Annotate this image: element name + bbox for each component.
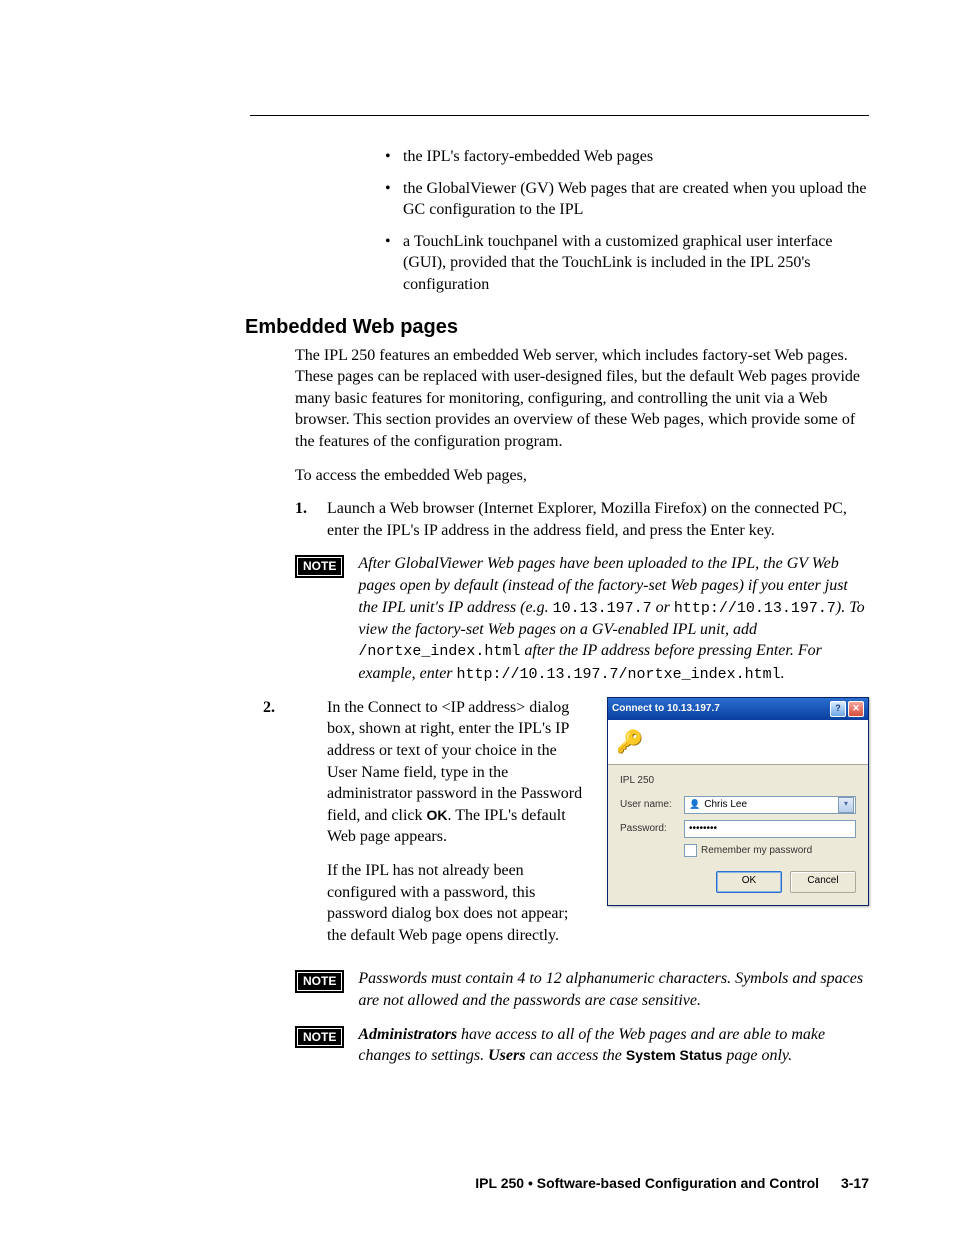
password-field[interactable]: •••••••• [684,820,856,838]
note-text: After GlobalViewer Web pages have been u… [358,553,869,685]
note-path: /nortxe_index.html [358,643,520,660]
step-1: 1. Launch a Web browser (Internet Explor… [295,498,869,541]
page-number: 3-17 [841,1175,869,1191]
step-2-follow: If the IPL has not already been configur… [295,860,587,946]
dialog-form: IPL 250 User name: 👤 Chris Lee ▾ Password… [608,765,868,905]
help-icon[interactable]: ? [830,701,846,717]
note-fragment: can access the [525,1047,625,1064]
close-icon[interactable]: ✕ [848,701,864,717]
intro-paragraph: The IPL 250 features an embedded Web ser… [295,345,869,453]
dialog-title: Connect to 10.13.197.7 [612,703,720,714]
note-3: NOTE Administrators have access to all o… [295,1024,869,1067]
access-line: To access the embedded Web pages, [295,465,869,487]
cancel-button[interactable]: Cancel [790,871,856,893]
note-fragment: page only. [722,1047,792,1064]
username-value: Chris Lee [704,799,747,810]
password-label: Password: [620,823,684,834]
user-icon: 👤 [689,799,700,809]
dialog-banner: 🔑 [608,720,868,765]
top-rule [250,115,869,116]
username-field[interactable]: 👤 Chris Lee ▾ [684,796,856,814]
keys-icon: 🔑 [616,729,643,755]
step-2-text: 2.In the Connect to <IP address> dialog … [295,697,587,959]
note-ip: 10.13.197.7 [553,600,652,617]
step-number: 2. [295,697,327,719]
bullet-item: the GlobalViewer (GV) Web pages that are… [385,178,869,221]
dialog-titlebar[interactable]: Connect to 10.13.197.7 ? ✕ [608,698,868,720]
section-heading: Embedded Web pages [245,316,869,339]
note-ip: http://10.13.197.7 [674,600,836,617]
dialog-app-label: IPL 250 [620,775,856,786]
note-bold: Users [488,1047,525,1064]
bullet-item: the IPL's factory-embedded Web pages [385,146,869,168]
footer-text: IPL 250 • Software-based Configuration a… [475,1175,819,1191]
ok-button[interactable]: OK [716,871,782,893]
password-value: •••••••• [689,823,717,834]
page-footer: IPL 250 • Software-based Configuration a… [0,1175,954,1191]
note-badge: NOTE [295,970,344,992]
note-fragment: or [652,599,674,616]
connect-dialog: Connect to 10.13.197.7 ? ✕ 🔑 IPL 250 Use… [607,697,869,906]
note-path: http://10.13.197.7/nortxe_index.html [457,666,781,683]
chevron-down-icon[interactable]: ▾ [838,797,854,813]
note-2: NOTE Passwords must contain 4 to 12 alph… [295,968,869,1011]
ok-label: OK [427,807,448,823]
note-text: Administrators have access to all of the… [358,1024,869,1067]
note-fragment: . [781,665,785,682]
step-text-a: In the Connect to <IP address> dialog bo… [327,699,582,824]
note-badge: NOTE [295,1026,344,1048]
step-text: Launch a Web browser (Internet Explorer,… [327,498,869,541]
remember-label: Remember my password [701,845,812,856]
username-label: User name: [620,799,684,810]
note-badge: NOTE [295,555,344,577]
note-bold: Administrators [358,1026,457,1043]
note-text: Passwords must contain 4 to 12 alphanume… [358,968,869,1011]
system-status-label: System Status [626,1047,722,1063]
step-number: 1. [295,498,327,541]
document-page: the IPL's factory-embedded Web pages the… [0,0,954,1235]
intro-bullets: the IPL's factory-embedded Web pages the… [385,146,869,296]
bullet-item: a TouchLink touchpanel with a customized… [385,231,869,296]
step-2-row: 2.In the Connect to <IP address> dialog … [295,697,869,959]
remember-checkbox[interactable] [684,844,697,857]
note-1: NOTE After GlobalViewer Web pages have b… [295,553,869,685]
